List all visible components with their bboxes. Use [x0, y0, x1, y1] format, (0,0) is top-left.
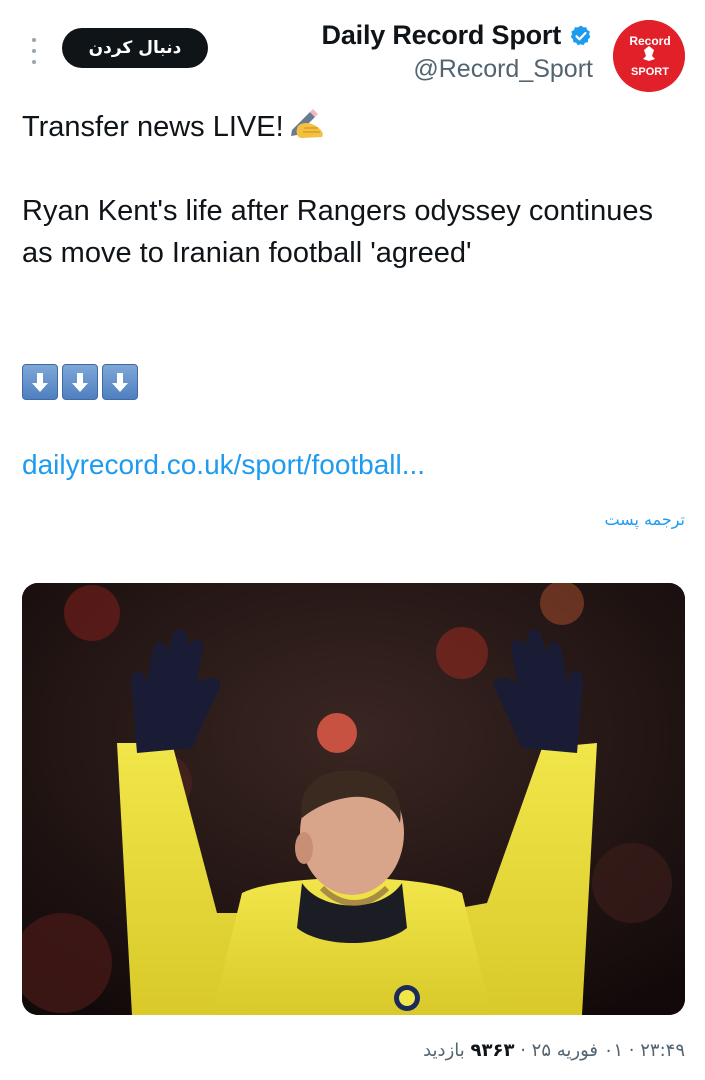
tweet-media-image[interactable]: [22, 583, 685, 1015]
down-arrow-icon: [22, 364, 58, 400]
svg-text:SPORT: SPORT: [631, 66, 669, 78]
writing-hand-emoji-icon: [290, 109, 323, 138]
down-arrow-icon: [62, 364, 98, 400]
down-arrow-icon: [102, 364, 138, 400]
translate-post-link[interactable]: ترجمه پست: [604, 510, 685, 529]
svg-text:Record: Record: [629, 34, 670, 48]
down-arrows-emoji-row: [22, 364, 138, 400]
views-count[interactable]: ۹۳۶۳: [471, 1040, 515, 1061]
tweet-meta: ۲۳:۴۹ · ۰۱ فوریه ۲۵ · ۹۳۶۳ بازدید: [423, 1040, 685, 1061]
football-player-photo: [22, 583, 685, 1015]
more-options-icon[interactable]: [26, 38, 42, 64]
follow-button[interactable]: دنبال کردن: [62, 28, 208, 68]
article-link[interactable]: dailyrecord.co.uk/sport/football...: [22, 449, 425, 481]
author-name[interactable]: Daily Record Sport: [322, 20, 562, 51]
views-label: بازدید: [423, 1040, 465, 1061]
record-sport-logo: Record SPORT: [613, 20, 685, 92]
author-handle[interactable]: @Record_Sport: [322, 55, 593, 84]
tweet-date: ۰۱ فوریه ۲۵: [531, 1040, 624, 1061]
tweet-headline: Ryan Kent's life after Rangers odyssey c…: [22, 195, 653, 269]
verified-badge-icon: [570, 25, 591, 45]
author-info[interactable]: Daily Record Sport @Record_Sport: [322, 20, 593, 84]
tweet-header: دنبال کردن Daily Record Sport @Record_Sp…: [0, 0, 705, 100]
tweet-time: ۲۳:۴۹: [640, 1040, 685, 1061]
tweet-line-1: Transfer news LIVE!: [22, 106, 662, 148]
tweet-body: Transfer news LIVE! Ryan Kent's life aft…: [22, 106, 662, 274]
avatar[interactable]: Record SPORT: [613, 20, 685, 92]
